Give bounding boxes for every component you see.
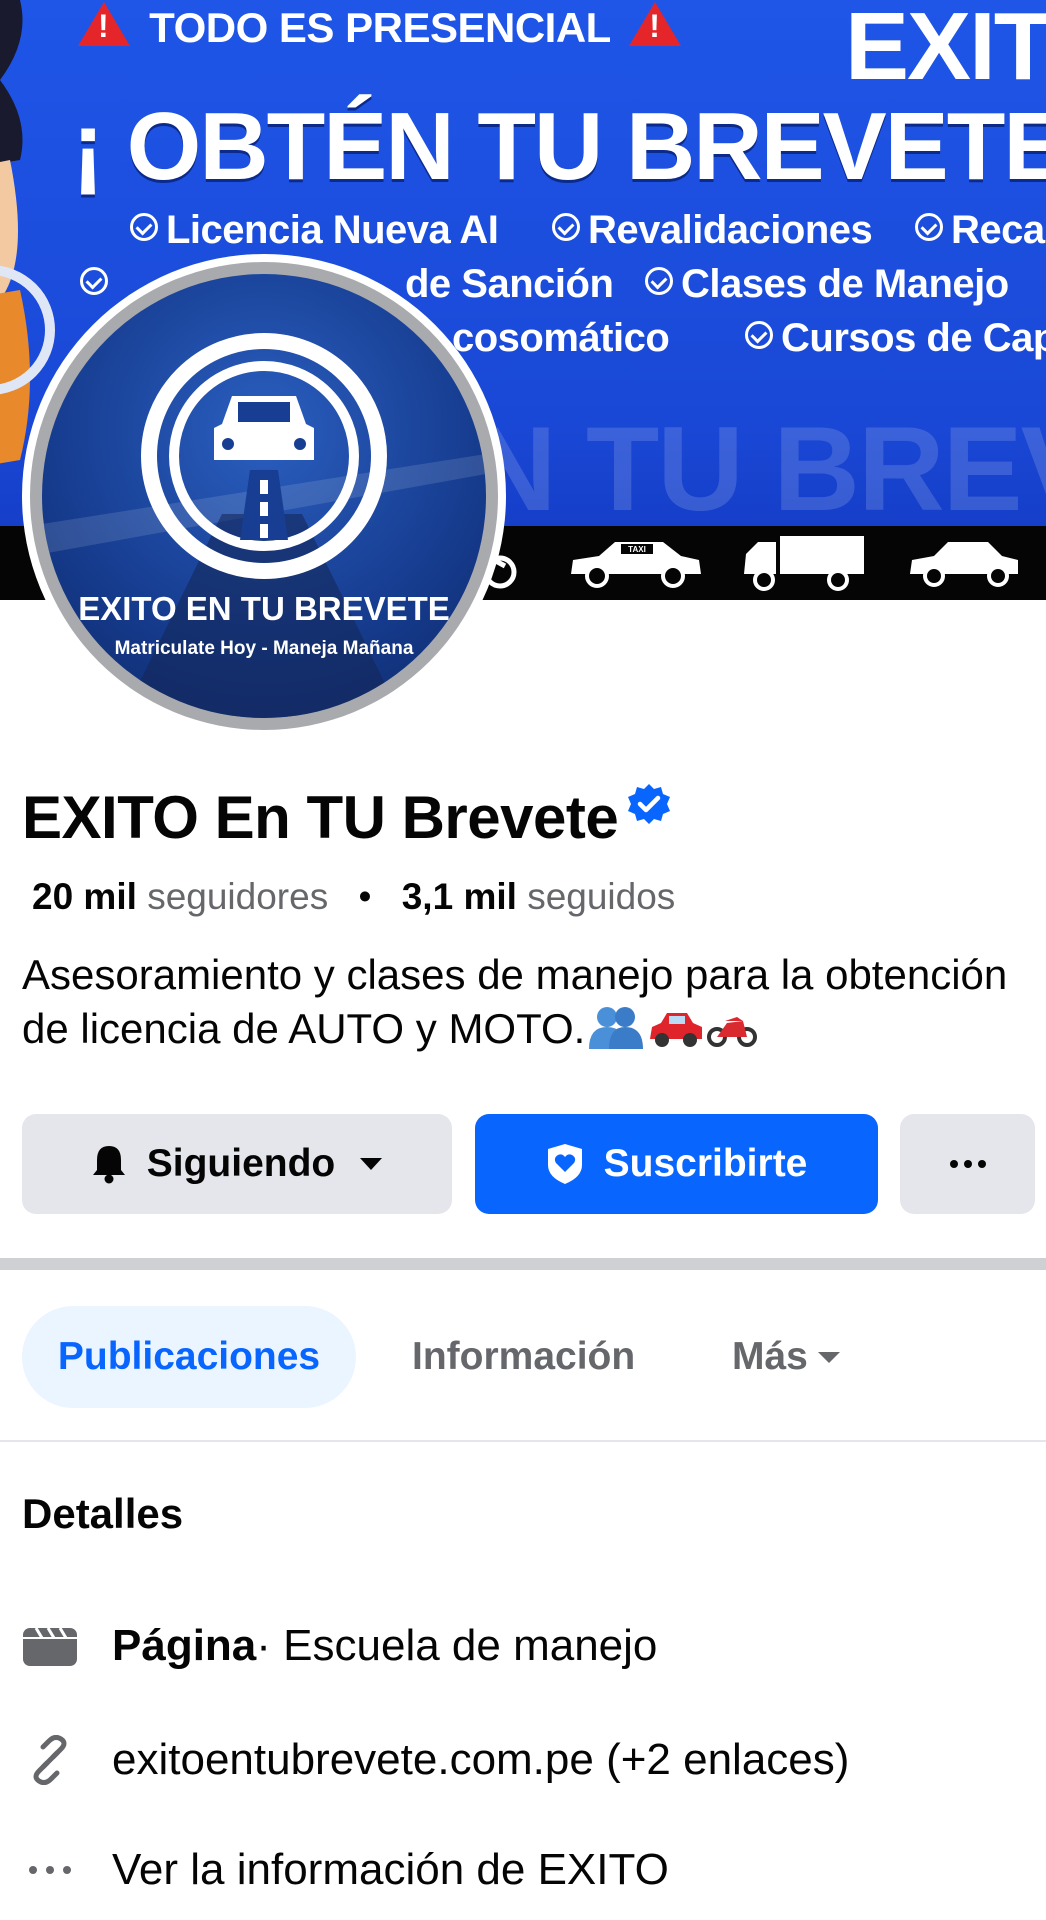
cover-service: Clases de Manejo: [645, 262, 1009, 307]
warning-icon: [629, 2, 682, 46]
taxi-icon: TAXI: [571, 542, 701, 588]
following-count[interactable]: 3,1 mil: [402, 876, 517, 917]
cover-service: Licencia Nueva AI: [130, 208, 499, 253]
truck-icon: [744, 536, 864, 591]
following-label[interactable]: seguidos: [527, 876, 675, 917]
following-button[interactable]: Siguiendo: [22, 1114, 452, 1214]
verified-badge-icon: [628, 784, 671, 824]
check-circle-icon: [745, 321, 773, 349]
more-dots-icon: [949, 1160, 986, 1168]
cover-headline: ¡ OBTÉN TU BREVETE YA: [72, 93, 1046, 200]
red-car-emoji-icon: [650, 1013, 703, 1047]
bell-icon: [92, 1146, 125, 1184]
cover-watermark: N TU BREVE: [470, 402, 1046, 536]
cover-service: Reca: [915, 208, 1045, 253]
detail-category-type: Página: [112, 1621, 257, 1670]
people-emoji-icon: [589, 1007, 644, 1049]
warning-icon: [78, 2, 130, 46]
check-circle-icon: [915, 213, 943, 241]
tab-more[interactable]: Más: [732, 1306, 840, 1408]
website-link[interactable]: exitoentubrevete.com.pe (+2 enlaces): [112, 1735, 849, 1785]
detail-category: Página · Escuela de manejo: [22, 1618, 657, 1674]
tab-info-label: Información: [412, 1335, 636, 1378]
shield-heart-icon: [547, 1144, 582, 1184]
details-heading: Detalles: [22, 1490, 184, 1537]
tabs-divider: [0, 1440, 1046, 1442]
detail-category-value: · Escuela de manejo: [256, 1621, 658, 1670]
check-circle-icon: [130, 213, 158, 241]
following-button-label: Siguiendo: [146, 1142, 336, 1185]
tab-info[interactable]: Información: [412, 1306, 635, 1408]
caret-down-icon: [360, 1158, 383, 1170]
bio-text: Asesoramiento y clases de manejo para la…: [22, 951, 1008, 1052]
tab-posts-label: Publicaciones: [57, 1335, 321, 1378]
see-info-link[interactable]: Ver la información de EXITO: [112, 1845, 669, 1895]
avatar-slogan: Matriculate Hoy - Maneja Mañana: [114, 638, 414, 659]
motorcycle-emoji-icon: [707, 1017, 758, 1047]
followers-label[interactable]: seguidores: [147, 876, 328, 917]
avatar[interactable]: EXITO EN TU BREVETE Matriculate Hoy - Ma…: [42, 274, 486, 718]
stats-separator: •: [358, 876, 372, 917]
flag-page-icon: [23, 1627, 77, 1666]
cover-service: Cursos de Cap: [745, 316, 1046, 361]
link-icon: [33, 1735, 67, 1785]
subscribe-button-label: Suscribirte: [603, 1142, 808, 1185]
car-icon: [910, 542, 1018, 587]
cover-notice-text: TODO ES PRESENCIAL: [149, 4, 611, 51]
caret-down-icon: [817, 1351, 840, 1363]
cover-notice: TODO ES PRESENCIAL: [70, 2, 689, 52]
avatar-brand: EXITO EN TU BREVETE: [78, 590, 450, 627]
detail-website[interactable]: exitoentubrevete.com.pe (+2 enlaces): [22, 1732, 849, 1788]
detail-see-more[interactable]: Ver la información de EXITO: [22, 1842, 669, 1898]
more-dots-icon: [29, 1866, 71, 1874]
tab-posts[interactable]: Publicaciones: [22, 1306, 356, 1408]
cover-brand: EXITO: [845, 0, 1046, 100]
more-options-button[interactable]: [900, 1114, 1035, 1214]
tab-more-label: Más: [732, 1335, 808, 1378]
page-title-text: EXITO En TU Brevete: [22, 784, 619, 851]
page-bio: Asesoramiento y clases de manejo para la…: [22, 948, 1032, 1056]
followers-count[interactable]: 20 mil: [32, 876, 137, 917]
follower-stats: 20 mil seguidores • 3,1 mil seguidos: [32, 876, 675, 918]
check-circle-icon: [645, 267, 673, 295]
cover-service: Revalidaciones: [552, 208, 873, 253]
subscribe-button[interactable]: Suscribirte: [475, 1114, 878, 1214]
check-circle-icon: [552, 213, 580, 241]
svg-text:TAXI: TAXI: [628, 545, 646, 554]
section-divider: [0, 1258, 1046, 1270]
page-title: EXITO En TU Brevete: [22, 782, 672, 852]
